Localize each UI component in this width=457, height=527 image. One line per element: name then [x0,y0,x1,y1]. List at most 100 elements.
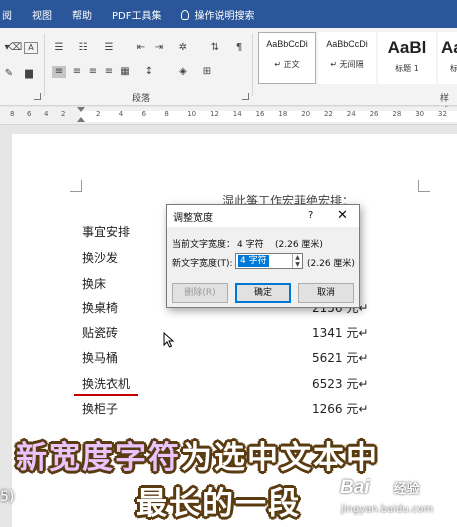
increase-indent-icon[interactable]: ⇥ [152,42,166,54]
item-text: 事宜安排 [82,225,131,239]
paragraph-group-label: 段落 [132,94,151,104]
borders-icon[interactable]: ⊞ [200,66,214,78]
cancel-button[interactable]: 取消 [298,283,354,303]
amount-text: 6523 元↵ [312,377,369,391]
ruler-tick-label: 32 [438,110,447,118]
style-name: ↵ 正文 [274,60,300,69]
spinner-arrows-icon[interactable]: ▲ ▼ [292,254,302,268]
ruler-tick-label: 22 [324,110,333,118]
caption-text: 为选中文本中 [181,440,379,476]
side-text: 5) [0,489,15,505]
item-text: 换马桶 [82,351,119,365]
item-text: 换沙发 [82,251,119,265]
highlight-icon[interactable]: ✎ [2,68,16,80]
new-width-spinner[interactable]: 4 字符 ▲ ▼ [235,253,303,269]
show-marks-icon[interactable]: ¶ [232,42,246,54]
decrease-indent-icon[interactable]: ⇤ [134,42,148,54]
ruler-tick-label: 8 [10,110,15,118]
ruler-tick-label: 10 [187,110,197,118]
style-name: ↵ 无间隔 [330,60,364,69]
ruler-tick-label: 20 [301,110,311,118]
justify-icon[interactable]: ≡ [102,66,116,78]
character-border-icon[interactable]: A [24,42,38,54]
style-name: 标题 1 [395,64,419,73]
new-width-value[interactable]: 4 字符 [238,255,269,267]
chinese-layout-icon[interactable]: ✲ [176,42,190,54]
clear-format-icon[interactable]: ⌫ [8,42,22,54]
ok-button[interactable]: 确定 [235,283,291,303]
ribbon: ▾ ⌫ A ✎ ▆ ☰ ☷ ☰ ⇤ ⇥ ✲ ⇅ ¶ ≡ ≡ ≡ ≡ ▦ ↕ ◈ … [0,28,457,117]
ruler-tick-label: 12 [210,110,219,118]
dialog-title: 调整宽度 [173,212,213,224]
ruler-tick-label: 4 [118,110,124,118]
style-sample: AaBbCcDi [326,39,368,49]
horizontal-ruler[interactable]: 8 6 4 2 2 4 6 8 10 12 14 16 18 20 22 24 26 28 30 32 [0,107,457,125]
close-icon[interactable]: ✕ [337,208,348,223]
bullets-icon[interactable]: ☰ [52,42,66,54]
amount-text: 5621 元↵ [312,351,369,365]
lightbulb-icon [181,9,190,20]
caption-highlight: 新宽度字符 [16,440,181,476]
font-group-launcher-icon[interactable] [34,93,41,100]
style-title[interactable]: AaB 标题 [438,32,457,84]
style-name: 标题 [439,63,457,74]
ruler-tick-label: 14 [232,110,242,118]
help-button[interactable]: ? [308,210,313,221]
ruler-tick-label: 2 [96,110,101,118]
tell-me-label: 操作说明搜索 [194,10,255,22]
menu-bar: 阅 视图 帮助 PDF工具集 操作说明搜索 [0,0,457,28]
style-normal[interactable]: AaBbCcDi ↵ 正文 [258,32,316,84]
first-line-indent-marker[interactable] [77,107,85,112]
paragraph-group-launcher-icon[interactable] [242,93,249,100]
ruler-tick-label: 18 [278,110,288,118]
ruler-tick-label: 24 [346,110,356,118]
ruler-tick-label: 8 [164,110,169,118]
sort-icon[interactable]: ⇅ [208,42,222,54]
amount-text: 1341 元↵ [312,326,369,340]
new-width-label: 新文字宽度(T): [172,259,233,269]
ruler-tick-label: 6 [141,110,147,118]
ruler-tick-label: 4 [44,110,49,118]
ruler-tick-label: 6 [27,110,32,118]
tell-me-search[interactable]: 操作说明搜索 [171,7,264,22]
style-heading-1[interactable]: AaBl 标题 1 [378,32,436,84]
distributed-icon[interactable]: ▦ [118,66,132,78]
style-no-spacing[interactable]: AaBbCcDi ↵ 无间隔 [318,32,376,84]
align-center-icon[interactable]: ≡ [70,66,84,78]
current-width-cm: (2.26 厘米) [275,240,323,250]
item-text: 换桌椅 [82,301,119,315]
align-left-icon[interactable]: ≡ [52,66,66,78]
hanging-indent-marker[interactable] [77,117,85,122]
watermark-url: jingyan.baidu.com [341,504,434,515]
ribbon-separator [252,34,253,96]
shading-icon[interactable]: ▆ [22,68,36,80]
item-text: 换床 [82,277,107,291]
style-sample: AaBbCcDi [266,39,308,49]
dialog-titlebar: 调整宽度 ? ✕ [167,205,359,227]
align-right-icon[interactable]: ≡ [86,66,100,78]
new-width-cm: (2.26 厘米) [307,259,355,269]
line-spacing-icon[interactable]: ↕ [142,66,156,78]
current-width-value: 4 字符 [237,240,264,250]
menu-item-read[interactable]: 阅 [0,7,22,22]
ribbon-separator [44,34,45,96]
baidu-jingyan-watermark: Bai 经验 jingyan.baidu.com [340,476,433,515]
ruler-tick-label: 16 [255,110,265,118]
mouse-pointer-icon [163,332,175,348]
adjust-width-dialog: 调整宽度 ? ✕ 当前文字宽度： 4 字符 (2.26 厘米) 新文字宽度(T)… [166,204,360,308]
watermark-brand: Bai [340,477,370,498]
menu-item-view[interactable]: 视图 [22,7,62,22]
menu-item-pdf-tools[interactable]: PDF工具集 [102,7,171,22]
numbering-icon[interactable]: ☷ [76,42,90,54]
caption-line-1: 新宽度字符为选中文本中 [16,432,379,477]
ruler-tick-label: 2 [61,110,66,118]
multilevel-list-icon[interactable]: ☰ [102,42,116,54]
red-annotation-underline [74,394,138,396]
paragraph-shading-icon[interactable]: ◈ [176,66,190,78]
delete-button[interactable]: 删除(R) [172,283,228,303]
ruler-tick-label: 26 [369,110,379,118]
item-text: 换柜子 [82,402,119,416]
menu-item-help[interactable]: 帮助 [62,7,102,22]
paw-logo-icon [372,476,392,496]
amount-text: 1266 元↵ [312,402,369,416]
